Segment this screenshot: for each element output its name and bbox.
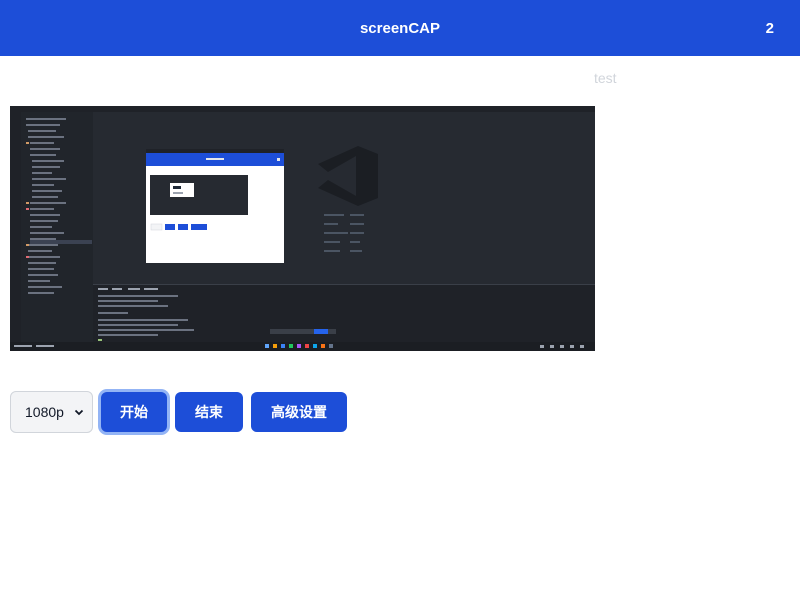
app-header: screenCAP 2	[0, 0, 800, 56]
stop-button[interactable]: 结束	[175, 392, 243, 432]
test-label: test	[594, 70, 617, 86]
resolution-value: 1080p	[25, 404, 64, 420]
chevron-down-icon	[74, 409, 84, 416]
preview-image	[10, 106, 595, 351]
start-button[interactable]: 开始	[101, 392, 167, 432]
resolution-select[interactable]: 1080p	[10, 391, 93, 433]
header-count: 2	[765, 20, 774, 37]
app-title: screenCAP	[359, 19, 441, 37]
capture-controls: 1080p 开始 结束 高级设置	[10, 390, 347, 434]
screen-capture-preview	[10, 106, 595, 351]
advanced-settings-button[interactable]: 高级设置	[251, 392, 347, 432]
